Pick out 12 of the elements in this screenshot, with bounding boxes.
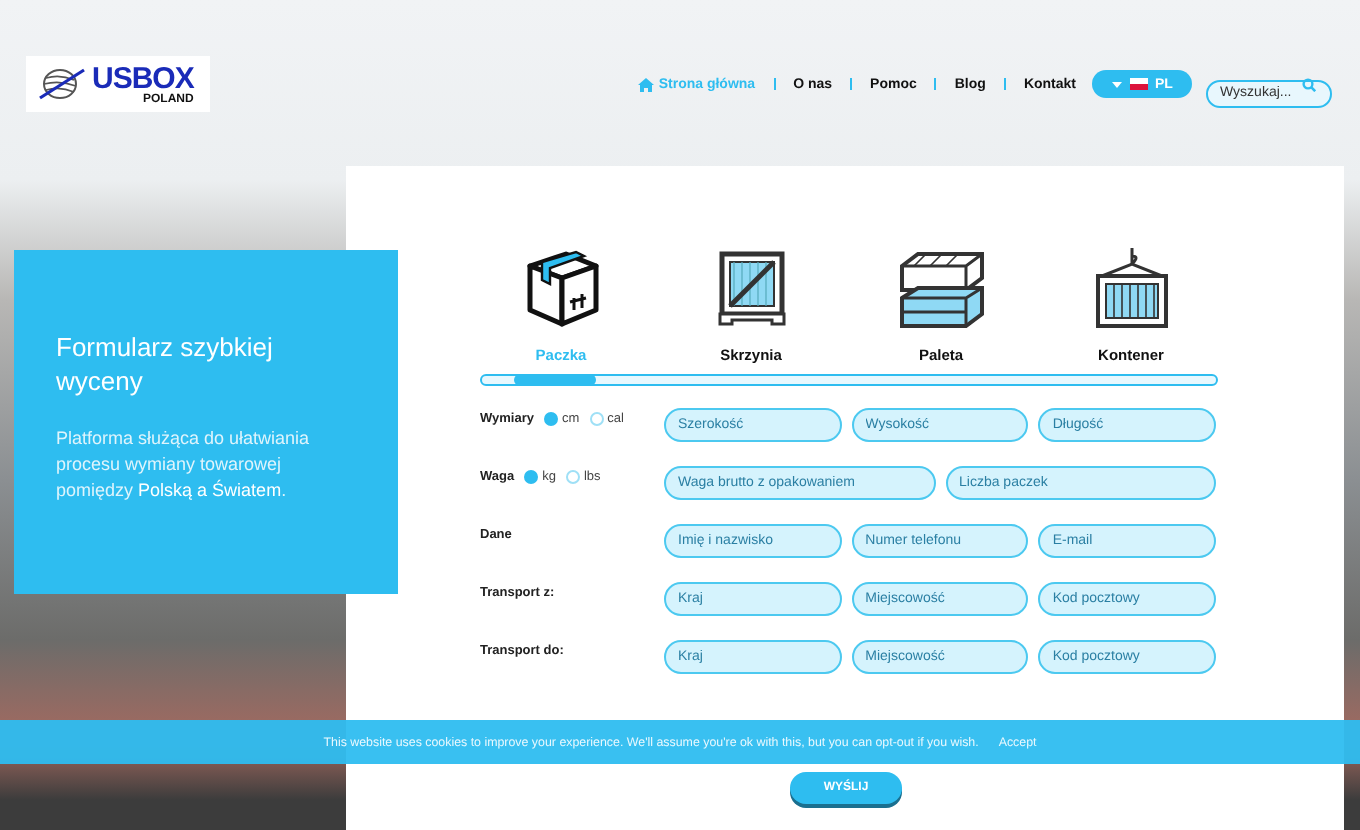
box-icon (521, 246, 601, 330)
pallet-icon (897, 250, 985, 330)
home-icon (638, 77, 655, 91)
globe-icon (38, 66, 86, 102)
crate-icon (717, 250, 785, 330)
caret-icon (1111, 81, 1122, 87)
hero-title: Formularz szybkiej wyceny (56, 330, 275, 398)
hero-description: Platforma służąca do ułatwiania procesu wymiany towarowej pomiędzy Polską a Światem. (56, 426, 312, 504)
container-crane-icon (1093, 246, 1169, 330)
search-icon (1302, 77, 1316, 91)
logo-brand: USBOX (92, 63, 194, 93)
flag-icon (1129, 78, 1148, 90)
